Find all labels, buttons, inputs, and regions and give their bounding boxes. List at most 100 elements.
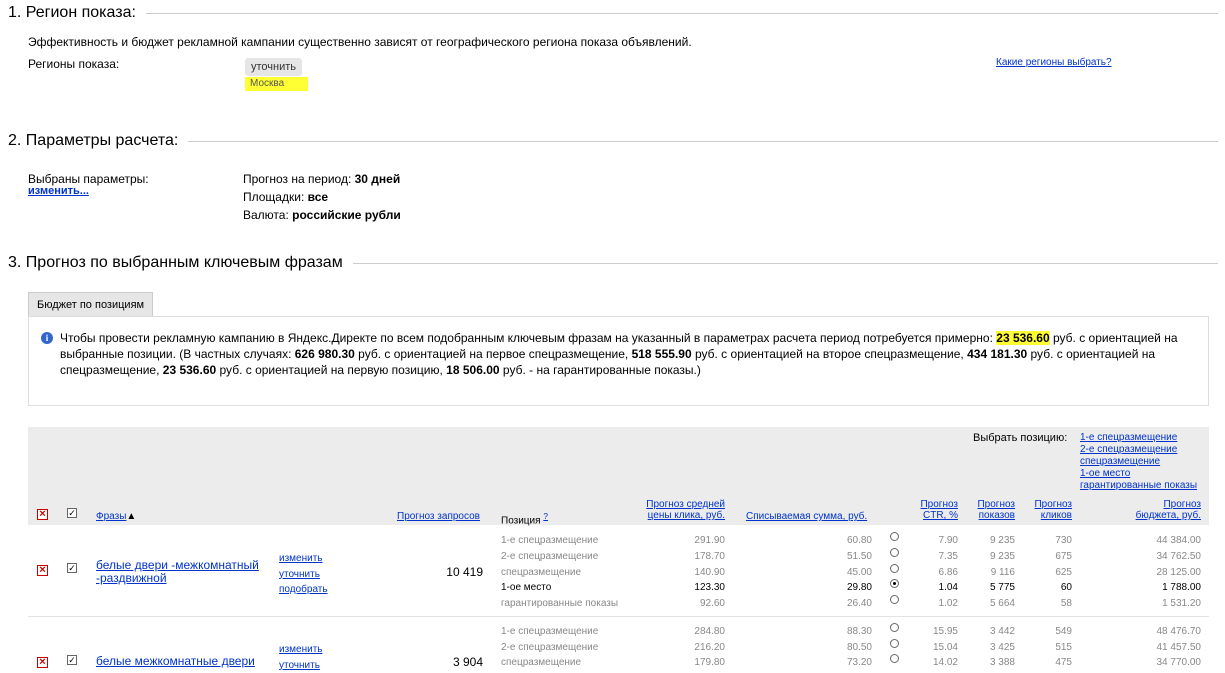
regions-label: Регионы показа: <box>28 57 119 71</box>
phrase-checkbox[interactable]: ✓ <box>67 655 77 665</box>
position-radio[interactable] <box>890 532 899 541</box>
budget-info-box: i Чтобы провести рекламную кампанию в Ян… <box>28 316 1209 406</box>
info-icon: i <box>41 332 53 344</box>
select-all-checkbox[interactable]: ✓ <box>67 508 77 518</box>
spent-value: 88.30 <box>772 626 872 637</box>
ctr-value: 1.04 <box>900 582 958 593</box>
phrase-link[interactable]: белые двери -межкомнатный -раздвижной <box>96 559 268 585</box>
spent-value: 26.40 <box>772 598 872 609</box>
avg-price-value: 284.80 <box>625 626 725 637</box>
avg-price-value: 291.90 <box>625 535 725 546</box>
choose-position-link[interactable]: 1-ое место <box>1080 468 1197 480</box>
clicks-value: 475 <box>1020 657 1072 668</box>
header-line: Прогноз <box>1020 499 1072 510</box>
budget-value: 34 770.00 <box>1100 657 1201 668</box>
position-radio[interactable] <box>890 564 899 573</box>
period-row: Прогноз на период: 30 дней <box>243 172 400 186</box>
shows-value: 5 664 <box>960 598 1015 609</box>
clicks-value: 60 <box>1020 582 1072 593</box>
section-title: 1. Регион показа: <box>8 4 136 22</box>
sites-label: Площадки: <box>243 190 304 204</box>
spent-value: 51.50 <box>772 551 872 562</box>
position-header: Позиция ? <box>501 511 548 526</box>
phrase-actions: изменить уточнить подобрать <box>279 551 328 598</box>
section-region-header: 1. Регион показа: <box>8 4 1218 22</box>
tab-budget-by-position[interactable]: Бюджет по позициям <box>28 292 153 317</box>
shows-header[interactable]: Прогнозпоказов <box>960 499 1015 521</box>
ctr-header[interactable]: ПрогнозCTR, % <box>900 499 958 521</box>
position-name: 1-ое место <box>501 582 641 593</box>
avg-price-value: 92.60 <box>625 598 725 609</box>
spent-header[interactable]: Списываемая сумма, руб. <box>746 511 867 522</box>
total-budget: 23 536.60 <box>996 331 1049 345</box>
ctr-value: 15.04 <box>900 642 958 653</box>
header-line: CTR, % <box>900 510 958 521</box>
edit-phrase-link[interactable]: изменить <box>279 642 323 658</box>
spent-value: 60.80 <box>772 535 872 546</box>
clicks-value: 549 <box>1020 626 1072 637</box>
refine-phrase-link[interactable]: уточнить <box>279 658 323 673</box>
phrase-link[interactable]: белые межкомнатные двери <box>96 655 268 668</box>
delete-phrase-icon[interactable]: × <box>37 565 48 576</box>
choose-position-link[interactable]: 2-е спецразмещение <box>1080 444 1197 456</box>
budget-value: 1 531.20 <box>1100 598 1201 609</box>
info-text: руб. - на гарантированные показы.) <box>503 363 701 377</box>
clicks-value: 58 <box>1020 598 1072 609</box>
avg-price-value: 178.70 <box>625 551 725 562</box>
refine-phrase-link[interactable]: уточнить <box>279 567 328 583</box>
budget-header[interactable]: Прогнозбюджета, руб. <box>1100 499 1201 521</box>
phrases-sort-link[interactable]: Фразы <box>96 511 126 522</box>
queries-header[interactable]: Прогноз запросов <box>397 511 480 522</box>
refine-region-button[interactable]: уточнить <box>245 58 302 76</box>
selected-region: Москва <box>245 77 308 91</box>
position-radio[interactable] <box>890 579 899 588</box>
budget-value: 518 555.90 <box>632 347 692 361</box>
delete-all-icon[interactable]: × <box>37 509 48 520</box>
ctr-value: 1.02 <box>900 598 958 609</box>
avg-price-value: 216.20 <box>625 642 725 653</box>
clicks-header[interactable]: Прогнозкликов <box>1020 499 1072 521</box>
avg-price-value: 140.90 <box>625 567 725 578</box>
header-line: Прогноз <box>900 499 958 510</box>
header-line: Прогноз средней <box>620 499 725 510</box>
position-radio[interactable] <box>890 639 899 648</box>
clicks-value: 730 <box>1020 535 1072 546</box>
currency-label: Валюта: <box>243 208 289 222</box>
info-text: руб. с ориентацией на первую позицию, <box>220 363 443 377</box>
budget-value: 28 125.00 <box>1100 567 1201 578</box>
period-label: Прогноз на период: <box>243 172 351 186</box>
header-line: бюджета, руб. <box>1100 510 1201 521</box>
shows-value: 3 425 <box>960 642 1015 653</box>
position-radio[interactable] <box>890 548 899 557</box>
position-name: спецразмещение <box>501 657 641 668</box>
section-params-header: 2. Параметры расчета: <box>8 132 1218 150</box>
shows-value: 9 235 <box>960 551 1015 562</box>
sort-arrow-icon: ▲ <box>126 511 136 522</box>
find-phrases-link[interactable]: подобрать <box>279 582 328 598</box>
phrases-header[interactable]: Фразы▲ <box>96 511 136 522</box>
delete-phrase-icon[interactable]: × <box>37 657 48 668</box>
choose-position-link[interactable]: гарантированные показы <box>1080 480 1197 492</box>
position-radio[interactable] <box>890 595 899 604</box>
choose-position-link[interactable]: спецразмещение <box>1080 456 1197 468</box>
clicks-value: 515 <box>1020 642 1072 653</box>
phrase-checkbox[interactable]: ✓ <box>67 563 77 573</box>
avg-price-header[interactable]: Прогноз среднейцены клика, руб. <box>620 499 725 521</box>
section-divider <box>188 141 1218 142</box>
which-regions-link[interactable]: Какие регионы выбрать? <box>996 57 1112 68</box>
section-forecast-header: 3. Прогноз по выбранным ключевым фразам <box>8 254 1218 272</box>
edit-phrase-link[interactable]: изменить <box>279 551 328 567</box>
ctr-value: 6.86 <box>900 567 958 578</box>
header-line: кликов <box>1020 510 1072 521</box>
budget-value: 34 762.50 <box>1100 551 1201 562</box>
queries-value: 10 419 <box>400 565 483 579</box>
position-help-link[interactable]: ? <box>543 511 548 521</box>
ctr-value: 7.35 <box>900 551 958 562</box>
currency-value: российские рубли <box>292 208 401 222</box>
avg-price-value: 179.80 <box>625 657 725 668</box>
change-params-link[interactable]: изменить... <box>28 185 89 197</box>
position-radio[interactable] <box>890 623 899 632</box>
choose-position-link[interactable]: 1-е спецразмещение <box>1080 432 1197 444</box>
header-line: Прогноз <box>1100 499 1201 510</box>
position-radio[interactable] <box>890 654 899 663</box>
